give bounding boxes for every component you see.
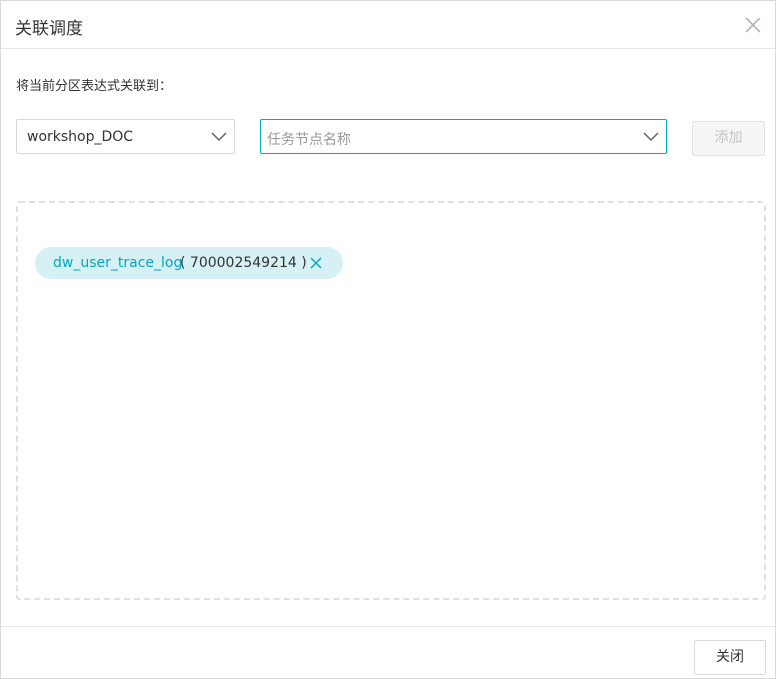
project-select-value: workshop_DOC — [27, 129, 134, 145]
chevron-down-icon — [643, 132, 659, 142]
close-icon[interactable] — [743, 15, 763, 35]
task-node-placeholder: 任务节点名称 — [267, 132, 351, 148]
selected-task-tag: dw_user_trace_log ( 700002549214 ) — [35, 247, 343, 279]
chevron-down-icon — [211, 132, 227, 142]
close-icon[interactable] — [309, 256, 323, 270]
task-node-input[interactable]: 任务节点名称 — [260, 119, 667, 154]
dialog-title: 关联调度 — [15, 19, 83, 39]
dialog-header: 关联调度 — [1, 1, 775, 49]
close-button[interactable]: 关闭 — [694, 640, 766, 675]
footer-divider — [1, 626, 775, 627]
add-button[interactable]: 添加 — [692, 121, 765, 156]
associate-schedule-dialog: 关联调度 将当前分区表达式关联到： workshop_DOC 任务节点名称 添加… — [0, 0, 776, 679]
project-select[interactable]: workshop_DOC — [16, 119, 235, 154]
task-tag-name: dw_user_trace_log — [53, 255, 183, 271]
task-tag-id: ( 700002549214 ) — [180, 255, 307, 271]
instruction-text: 将当前分区表达式关联到： — [16, 79, 173, 94]
